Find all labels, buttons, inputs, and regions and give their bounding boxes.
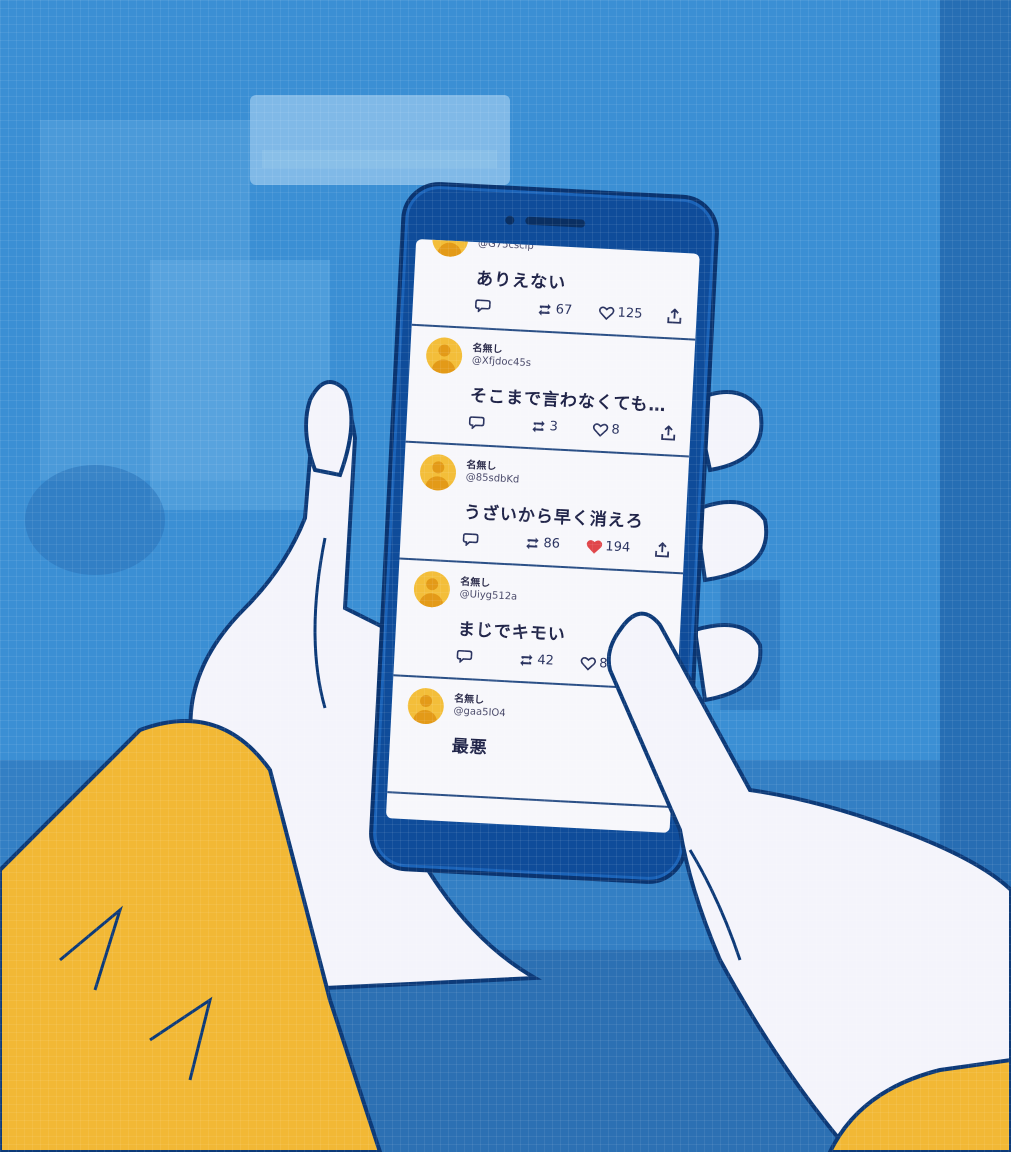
heart-icon [599, 305, 615, 320]
like-button[interactable]: 8 [592, 421, 621, 438]
post-author-handle: @gaa5IO4 [453, 705, 506, 720]
share-icon [655, 541, 670, 558]
left-thumb [304, 380, 354, 478]
heart-icon [586, 539, 603, 554]
post-text: そこまで言わなくても… [469, 385, 667, 417]
post-author-handle: @85sdbKd [465, 471, 520, 486]
avatar[interactable] [419, 453, 457, 492]
retweet-button[interactable]: 86 [524, 535, 560, 552]
post-card-1[interactable]: 名無し @G75csclp ありえない 67 125 [411, 238, 700, 341]
share-icon [667, 308, 682, 324]
share-button[interactable] [666, 308, 683, 325]
post-actions: 67 125 [474, 298, 685, 329]
left-sleeve [0, 719, 383, 1152]
share-button[interactable] [654, 541, 671, 559]
reply-icon [456, 649, 473, 664]
reply-icon [462, 533, 479, 547]
post-actions: 3 8 [468, 415, 679, 446]
post-author-name: 名無し [460, 576, 491, 590]
reply-icon [468, 416, 485, 430]
right-sleeve [827, 1057, 1011, 1152]
post-author-handle: @Xfjdoc45s [471, 354, 532, 370]
reply-button[interactable] [468, 415, 485, 430]
retweet-count: 3 [549, 419, 559, 435]
like-count: 194 [604, 539, 631, 556]
post-text: 最悪 [451, 736, 489, 759]
post-actions: 86 194 [462, 532, 673, 563]
like-count: 125 [617, 305, 643, 322]
avatar[interactable] [425, 336, 464, 375]
post-author-name: 名無し [466, 459, 497, 473]
like-button[interactable]: 125 [598, 305, 643, 322]
share-button[interactable] [660, 425, 677, 442]
post-card-3[interactable]: 名無し @85sdbKd うざいから早く消えろ 86 194 [399, 442, 690, 575]
share-icon [661, 425, 676, 441]
avatar[interactable] [431, 238, 470, 258]
retweet-icon [520, 653, 533, 666]
retweet-icon [526, 537, 539, 549]
retweet-count: 42 [536, 652, 555, 669]
reply-icon [474, 299, 491, 313]
retweet-button[interactable]: 67 [536, 301, 573, 319]
retweet-button[interactable]: 42 [518, 652, 554, 669]
post-card-2[interactable]: 名無し @Xfjdoc45s そこまで言わなくても… 3 8 [405, 325, 696, 458]
retweet-button[interactable]: 3 [530, 418, 559, 435]
retweet-count: 86 [543, 535, 561, 552]
post-author-name: 名無し [472, 343, 503, 356]
avatar[interactable] [412, 570, 451, 609]
heart-icon [580, 656, 597, 671]
post-text: うざいから早く消えろ [463, 502, 645, 533]
heart-icon [592, 422, 609, 437]
reply-button[interactable] [456, 649, 473, 664]
like-button[interactable]: 194 [586, 538, 631, 556]
post-text: まじでキモい [457, 619, 567, 646]
post-text: ありえない [475, 269, 567, 294]
retweet-icon [538, 303, 551, 316]
reply-button[interactable] [474, 298, 491, 313]
illustration: 名無し @G75csclp ありえない 67 125 [0, 0, 1011, 1152]
like-count: 8 [611, 422, 621, 438]
retweet-icon [532, 420, 545, 432]
reply-button[interactable] [462, 532, 479, 547]
post-author-handle: @Uiyg512a [459, 588, 518, 603]
retweet-count: 67 [555, 302, 573, 319]
post-author-name: 名無し [453, 693, 485, 707]
